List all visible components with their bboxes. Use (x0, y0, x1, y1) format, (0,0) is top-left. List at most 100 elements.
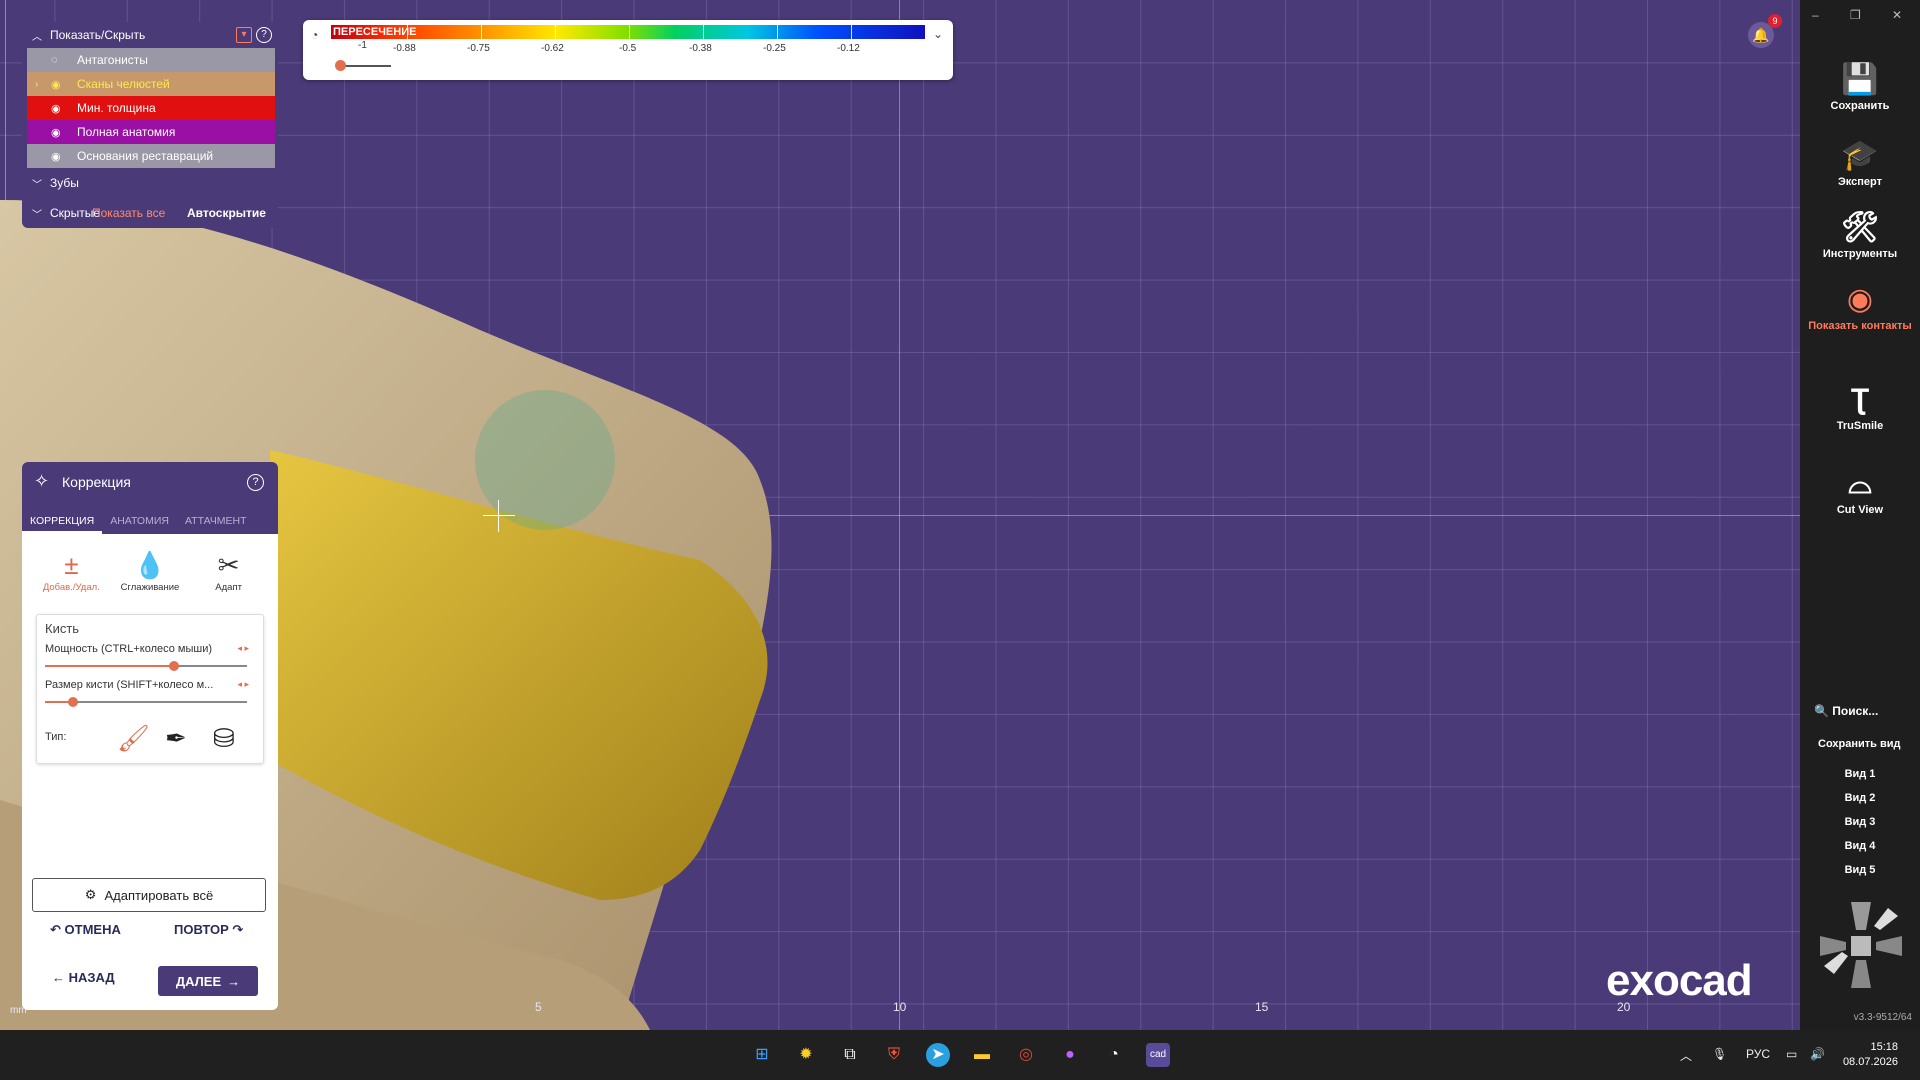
help-icon[interactable]: ? (247, 474, 264, 491)
hidden-group[interactable]: ﹀ Скрытые Показать все Автоскрытие (22, 198, 278, 228)
redo-button[interactable]: ПОВТОР ↷ (174, 922, 243, 938)
brush-size-slider-knob[interactable] (68, 697, 79, 707)
right-sidebar: – ❐ ✕ 💾 Сохранить 🎓 Эксперт 🛠 Инструменты ◉… (1800, 0, 1920, 1030)
add-remove-tool[interactable]: ± Добав./Удал. (41, 548, 101, 602)
microphone-icon[interactable]: 🎙 (1712, 1047, 1727, 1061)
eye-icon[interactable]: ◉ (51, 126, 61, 139)
cylinder-icon[interactable]: ⛁ (213, 723, 235, 754)
power-slider[interactable] (45, 661, 247, 671)
vis-item-jaw-scans[interactable]: › ◉ Сканы челюстей (27, 72, 275, 96)
search-button[interactable]: 🔍 Поиск... (1814, 704, 1878, 718)
save-view-button[interactable]: Сохранить вид (1818, 738, 1900, 750)
tab-attachment[interactable]: АТТАЧМЕНТ (177, 508, 255, 534)
exocad-taskbar-icon[interactable]: cad (1146, 1043, 1170, 1067)
app-shield-icon[interactable]: ⛨ (882, 1043, 906, 1067)
view-cube[interactable] (1818, 900, 1904, 990)
trusmile-button[interactable]: Ʈ TruSmile (1800, 380, 1920, 432)
obs-icon[interactable]: ◔ (1102, 1043, 1126, 1067)
graduation-cap-icon: 🎓 (1841, 139, 1879, 172)
size-arrows[interactable]: ◂ ▸ (237, 679, 249, 690)
power-label: Мощность (CTRL+колесо мыши) (45, 643, 213, 655)
adapt-all-button[interactable]: ⚙ Адаптировать всё (32, 878, 266, 912)
chrome-icon[interactable]: ◎ (1014, 1043, 1038, 1067)
app-drop-icon[interactable]: ● (1058, 1043, 1082, 1067)
gauge-icon[interactable]: ◔ (311, 28, 318, 42)
chevron-up-icon[interactable]: ︿ (32, 28, 42, 43)
visibility-panel: ︿ Показать/Скрыть ▾ ? ◌ Антагонисты › ◉ Ска… (22, 22, 278, 228)
clock[interactable]: 15:18 08.07.2026 (1843, 1040, 1898, 1070)
start-icon[interactable]: ⊞ (750, 1043, 774, 1067)
vis-item-min-thickness[interactable]: ◉ Мин. толщина (27, 96, 275, 120)
scale-label: -0.25 (763, 43, 786, 54)
scale-label: -0.62 (541, 43, 564, 54)
telegram-icon[interactable]: ➤ (926, 1043, 950, 1067)
version-label: v3.3-9512/64 (1853, 1012, 1912, 1023)
show-contacts-button[interactable]: ◉ Показать контакты (1800, 280, 1920, 332)
next-button[interactable]: ДАЛЕЕ → (158, 966, 258, 996)
show-all-button[interactable]: Показать все (92, 206, 165, 220)
tab-correction[interactable]: КОРРЕКЦИЯ (22, 508, 103, 534)
cursor-crosshair (483, 500, 515, 532)
threshold-slider-track[interactable] (341, 65, 391, 67)
view-3-button[interactable]: Вид 3 (1800, 816, 1920, 828)
eye-icon[interactable]: ◉ (51, 150, 61, 163)
eye-icon[interactable]: ◉ (51, 78, 61, 91)
notification-bell-icon[interactable]: 🔔 9 (1748, 14, 1782, 48)
brush-size-slider[interactable] (45, 697, 247, 707)
network-icon[interactable]: ▭ (1786, 1047, 1797, 1061)
undo-button[interactable]: ↶ ОТМЕНА (50, 922, 121, 938)
tools-button[interactable]: 🛠 Инструменты (1800, 208, 1920, 260)
vis-item-restoration-bases[interactable]: ◉ Основания реставраций (27, 144, 275, 168)
app-screenshot-icon[interactable]: ⧉ (838, 1043, 862, 1067)
visibility-header[interactable]: ︿ Показать/Скрыть ▾ ? (22, 22, 278, 48)
chevron-down-icon[interactable]: ﹀ (32, 206, 42, 221)
search-icon: 🔍 (1814, 704, 1829, 718)
brush-icon[interactable]: 🖌 (117, 723, 150, 754)
adapt-tool[interactable]: ✂ Адапт (199, 548, 259, 602)
chevron-down-icon[interactable]: ⌄ (933, 27, 943, 41)
drop-icon: 💧 (133, 550, 167, 580)
type-label: Тип: (45, 731, 67, 743)
scale-label: -0.88 (393, 43, 416, 54)
minimize-icon[interactable]: – (1812, 8, 1819, 22)
folder-icon[interactable]: ▬ (970, 1043, 994, 1067)
vis-item-antagonists[interactable]: ◌ Антагонисты (27, 48, 275, 72)
scale-label: -0.75 (467, 43, 490, 54)
language-indicator[interactable]: РУС (1746, 1047, 1770, 1061)
cut-view-button[interactable]: ⌓ Cut View (1800, 464, 1920, 516)
brush-size-label: Размер кисти (SHIFT+колесо м... (45, 679, 214, 691)
chevron-right-icon[interactable]: › (35, 79, 38, 90)
view-1-button[interactable]: Вид 1 (1800, 768, 1920, 780)
app-sun-icon[interactable]: ✹ (794, 1043, 818, 1067)
intersection-scale[interactable]: ◔ ПЕРЕСЕЧЕНИЕ -1 -0.88 -0.75 -0.62 -0.5 … (303, 20, 953, 80)
chevron-up-icon[interactable]: ︿ (1680, 1047, 1692, 1064)
power-arrows[interactable]: ◂ ▸ (237, 643, 249, 654)
close-icon[interactable]: ✕ (1892, 8, 1902, 22)
threshold-slider-knob[interactable] (335, 60, 346, 71)
help-icon[interactable]: ? (256, 27, 272, 43)
smoothing-tool[interactable]: 💧 Сглаживание (120, 548, 180, 602)
axis-tick-15: 15 (1255, 1000, 1269, 1014)
eye-off-icon[interactable]: ◌ (51, 54, 58, 66)
save-button[interactable]: 💾 Сохранить (1800, 60, 1920, 112)
chevron-down-icon[interactable]: ﹀ (32, 176, 42, 191)
restore-icon[interactable]: ❐ (1850, 8, 1861, 22)
vis-item-full-anatomy[interactable]: ◉ Полная анатомия (27, 120, 275, 144)
view-5-button[interactable]: Вид 5 (1800, 864, 1920, 876)
scale-label: -1 (358, 40, 367, 51)
tab-anatomy[interactable]: АНАТОМИЯ (102, 508, 177, 534)
view-2-button[interactable]: Вид 2 (1800, 792, 1920, 804)
back-button[interactable]: ← НАЗАД (52, 970, 115, 985)
pin-icon[interactable]: ▾ (236, 27, 252, 43)
teeth-group[interactable]: ﹀ Зубы (22, 168, 278, 198)
axis-tick-5: 5 (535, 1000, 542, 1014)
eye-icon[interactable]: ◉ (51, 102, 61, 115)
volume-icon[interactable]: 🔊 (1810, 1047, 1825, 1061)
expert-button[interactable]: 🎓 Эксперт (1800, 136, 1920, 188)
autohide-button[interactable]: Автоскрытие (187, 206, 266, 220)
view-4-button[interactable]: Вид 4 (1800, 840, 1920, 852)
power-slider-knob[interactable] (169, 661, 180, 671)
pen-icon[interactable]: ✒ (165, 723, 187, 754)
visibility-title: Показать/Скрыть (50, 28, 146, 42)
trusmile-icon: Ʈ (1850, 383, 1870, 416)
